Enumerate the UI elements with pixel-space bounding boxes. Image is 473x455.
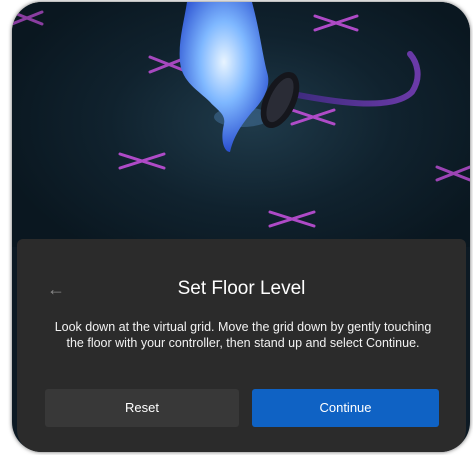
controller-cable	[279, 51, 421, 107]
grid-marker-icon	[435, 165, 470, 182]
reset-button[interactable]: Reset	[45, 389, 239, 427]
grid-marker-icon	[268, 210, 316, 228]
hand-controller-icon	[179, 2, 300, 152]
grid-marker-icon	[290, 108, 336, 126]
scene-illustration	[12, 2, 470, 247]
set-floor-dialog: ← Set Floor Level Look down at the virtu…	[17, 239, 466, 452]
screen: ← Set Floor Level Look down at the virtu…	[0, 0, 473, 455]
dialog-title: Set Floor Level	[177, 278, 306, 299]
dialog-body: Look down at the virtual grid. Move the …	[54, 320, 432, 350]
continue-button[interactable]: Continue	[252, 389, 439, 427]
grid-marker-icon	[12, 10, 44, 26]
grid-marker-icon	[118, 152, 166, 170]
grid-marker-icon	[313, 14, 359, 32]
vr-setup-window: ← Set Floor Level Look down at the virtu…	[12, 2, 470, 452]
scene-svg	[12, 2, 470, 228]
